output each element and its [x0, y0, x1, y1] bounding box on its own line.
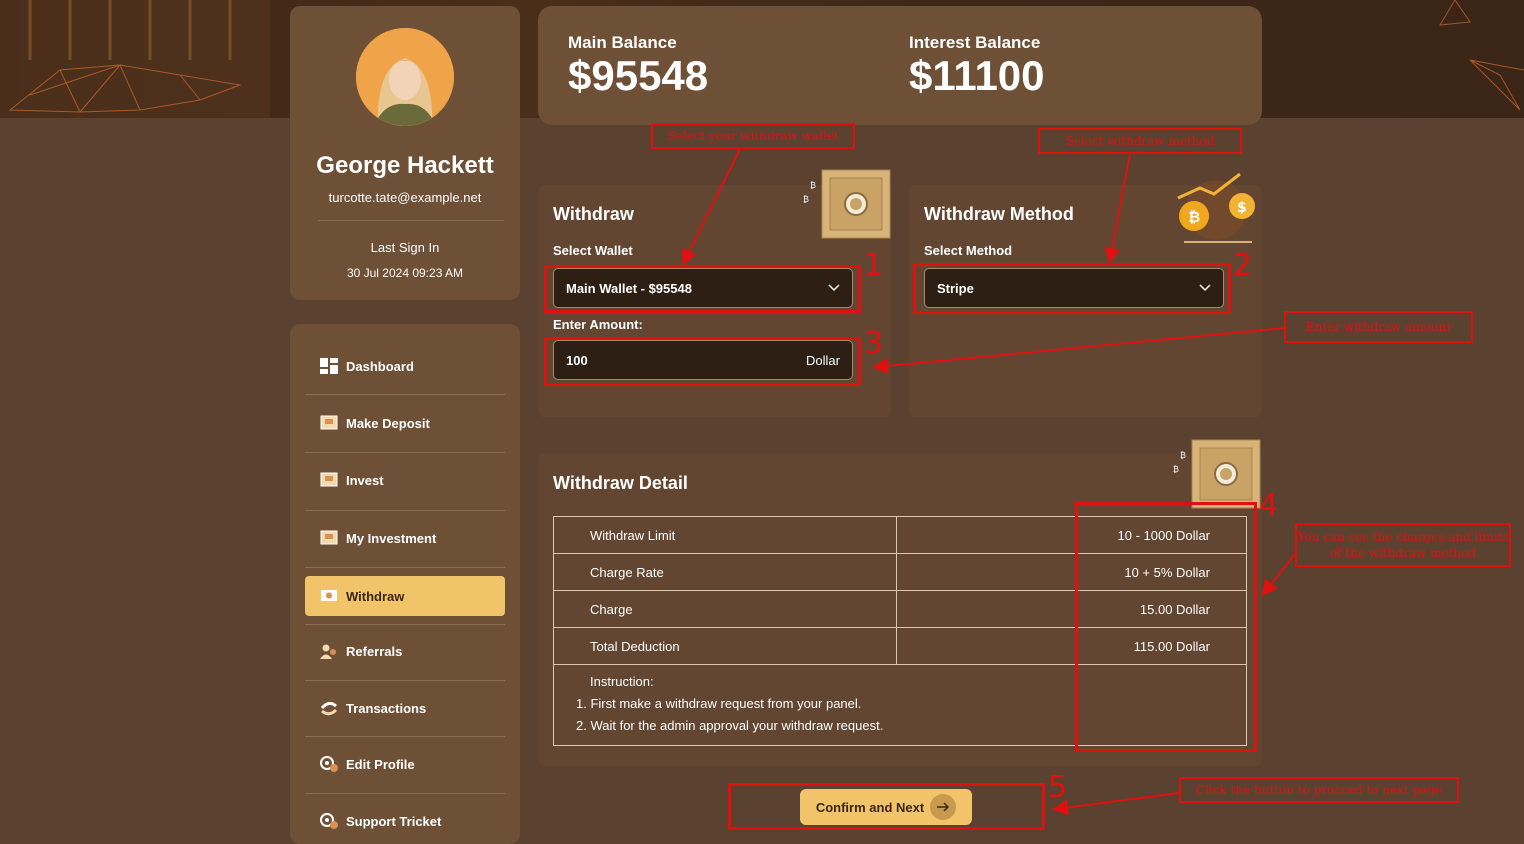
svg-text:₿: ₿ [810, 181, 816, 190]
withdraw-title: Withdraw [553, 204, 634, 224]
annotation-box-wallet [544, 265, 861, 313]
interest-balance-value: $11100 [909, 52, 1045, 99]
enter-amount-label: Enter Amount: [553, 317, 643, 332]
referrals-icon [320, 644, 336, 659]
svg-text:₿: ₿ [1188, 208, 1200, 226]
withdraw-method-title: Withdraw Method [924, 204, 1074, 224]
sidebar-item-label: Make Deposit [346, 415, 430, 431]
annotation-number: 4 [1259, 488, 1279, 523]
divider [305, 680, 505, 681]
annotation-amount-text: Enter withdraw amount [1284, 311, 1473, 343]
sidebar-item-referrals[interactable]: Referrals [305, 631, 505, 671]
svg-text:$: $ [1237, 200, 1247, 216]
svg-text:₿: ₿ [1173, 465, 1179, 474]
avatar [356, 28, 454, 126]
annotation-number: 5 [1048, 770, 1068, 805]
safe-icon: ₿ ₿ [803, 169, 891, 239]
profile-email: turcotte.tate@example.net [328, 190, 482, 205]
sidebar-item-dashboard[interactable]: Dashboard [305, 346, 505, 386]
divider [305, 510, 505, 511]
annotation-box-charges [1075, 502, 1257, 752]
interest-balance-label: Interest Balance [909, 33, 1041, 52]
svg-text:₿: ₿ [803, 195, 809, 204]
crypto-coins-icon: ₿ $ [1177, 172, 1255, 243]
last-sign-in-date: 30 Jul 2024 09:23 AM [346, 266, 464, 280]
annotation-box-button [728, 783, 1045, 830]
main-balance-label: Main Balance [568, 33, 677, 52]
profile-card: George Hackett turcotte.tate@example.net… [290, 6, 520, 300]
divider [305, 624, 505, 625]
annotation-wallet-text: Select your withdraw wallet [651, 123, 855, 149]
annotation-charges-text: You can see the charges and limits of th… [1295, 523, 1511, 567]
support-icon [320, 813, 338, 829]
divider [305, 452, 505, 453]
select-method-label: Select Method [924, 243, 1013, 258]
transactions-icon [320, 701, 338, 716]
detail-label: Charge Rate [553, 553, 897, 591]
divider [305, 567, 505, 568]
withdraw-detail-title: Withdraw Detail [553, 473, 688, 493]
balance-card: Main Balance $95548 Interest Balance $11… [538, 6, 1262, 125]
investment-icon [320, 530, 338, 545]
invest-icon [320, 472, 338, 487]
sidebar-item-label: Dashboard [346, 358, 414, 374]
sidebar-item-label: Edit Profile [346, 756, 415, 772]
sidebar-item-label: Referrals [346, 643, 403, 659]
annotation-method-text: Select withdraw method [1038, 128, 1242, 154]
last-sign-in-label: Last Sign In [370, 240, 440, 255]
annotation-number: 1 [864, 248, 884, 283]
sidebar-item-label: Withdraw [346, 588, 405, 604]
detail-label: Charge [553, 590, 897, 628]
divider [305, 736, 505, 737]
sidebar-item-withdraw[interactable]: Withdraw [305, 576, 505, 616]
detail-label: Total Deduction [553, 627, 897, 665]
sidebar-item-label: My Investment [346, 530, 437, 546]
sidebar-item-transactions[interactable]: Transactions [305, 688, 505, 728]
annotation-box-method [913, 263, 1231, 314]
annotation-number: 3 [864, 326, 884, 361]
sidebar-nav: Dashboard Make Deposit Invest My Investm… [290, 324, 520, 844]
sidebar-item-label: Support Tricket [346, 813, 442, 829]
sidebar-item-support[interactable]: Support Tricket [305, 801, 505, 841]
profile-name: George Hackett [316, 152, 494, 179]
select-wallet-label: Select Wallet [553, 243, 633, 258]
divider [305, 394, 505, 395]
annotation-number: 2 [1233, 248, 1253, 283]
divider [318, 220, 504, 221]
dashboard-icon [320, 358, 338, 374]
withdraw-icon [321, 590, 337, 601]
divider [305, 793, 505, 794]
sidebar-item-invest[interactable]: Invest [305, 460, 505, 500]
main-balance-value: $95548 [568, 52, 709, 99]
annotation-button-text: Click the button to procced to next page [1179, 777, 1459, 803]
sidebar-item-edit-profile[interactable]: Edit Profile [305, 744, 505, 784]
sidebar-item-label: Invest [346, 472, 384, 488]
detail-label: Withdraw Limit [553, 516, 897, 554]
sidebar-item-label: Transactions [346, 700, 427, 716]
sidebar-item-make-deposit[interactable]: Make Deposit [305, 403, 505, 443]
annotation-box-amount [544, 337, 861, 386]
svg-text:₿: ₿ [1180, 451, 1186, 460]
edit-profile-icon [320, 756, 338, 772]
deposit-icon [320, 415, 338, 430]
sidebar-item-my-investment[interactable]: My Investment [305, 518, 505, 558]
